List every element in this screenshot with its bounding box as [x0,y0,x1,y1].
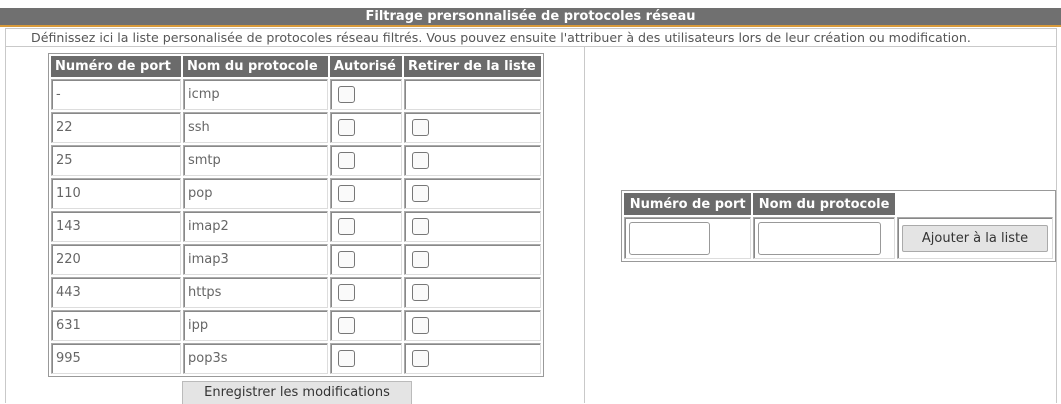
column-header-protocol: Nom du protocole [183,56,328,77]
remove-checkbox[interactable] [412,185,429,202]
authorized-checkbox[interactable] [338,251,355,268]
table-row: - icmp [51,79,541,110]
add-to-list-button[interactable]: Ajouter à la liste [902,224,1048,252]
remove-cell [404,211,541,242]
authorized-checkbox[interactable] [338,317,355,334]
protocol-name-cell: ipp [183,310,328,341]
remove-cell [404,178,541,209]
protocol-name-cell: imap3 [183,244,328,275]
add-header-spacer [896,193,1053,215]
authorized-checkbox[interactable] [338,218,355,235]
port-cell: 25 [51,145,181,176]
protocol-name-input[interactable] [758,221,882,255]
table-row: 25 smtp [51,145,541,176]
port-cell: 220 [51,244,181,275]
column-header-port: Numéro de port [51,56,181,77]
port-cell: 631 [51,310,181,341]
add-port-cell [624,217,752,259]
protocol-table: Numéro de port Nom du protocole Autorisé… [48,53,544,377]
table-row: 220 imap3 [51,244,541,275]
remove-cell [404,79,541,110]
add-protocol-panel: Numéro de port Nom du protocole Ajouter … [584,46,1057,403]
protocol-name-cell: icmp [183,79,328,110]
remove-checkbox[interactable] [412,350,429,367]
remove-cell [404,244,541,275]
remove-cell [404,145,541,176]
protocol-table-header: Numéro de port Nom du protocole Autorisé… [51,56,541,77]
port-number-input[interactable] [629,221,710,255]
authorized-checkbox[interactable] [338,350,355,367]
add-name-cell [753,217,895,259]
port-cell: 22 [51,112,181,143]
authorized-cell [330,211,402,242]
authorized-checkbox[interactable] [338,284,355,301]
protocol-name-cell: pop3s [183,343,328,374]
table-row: 143 imap2 [51,211,541,242]
remove-cell [404,343,541,374]
add-button-cell: Ajouter à la liste [896,217,1053,259]
remove-checkbox[interactable] [412,119,429,136]
authorized-checkbox[interactable] [338,152,355,169]
add-name-header: Nom du protocole [753,193,895,215]
add-port-header: Numéro de port [624,193,752,215]
remove-checkbox[interactable] [412,284,429,301]
authorized-cell [330,310,402,341]
remove-checkbox[interactable] [412,152,429,169]
protocol-name-cell: smtp [183,145,328,176]
remove-cell [404,112,541,143]
page-description: Définissez ici la liste personalisée de … [5,28,1057,46]
authorized-cell [330,343,402,374]
authorized-cell [330,178,402,209]
port-cell: - [51,79,181,110]
authorized-cell [330,112,402,143]
protocol-name-cell: imap2 [183,211,328,242]
port-cell: 110 [51,178,181,209]
remove-checkbox[interactable] [412,251,429,268]
authorized-cell [330,79,402,110]
protocol-list-panel: Numéro de port Nom du protocole Autorisé… [5,46,585,404]
authorized-cell [330,145,402,176]
table-row: 110 pop [51,178,541,209]
table-row: 631 ipp [51,310,541,341]
add-protocol-form: Numéro de port Nom du protocole Ajouter … [621,190,1056,262]
port-cell: 443 [51,277,181,308]
remove-checkbox[interactable] [412,317,429,334]
table-row: 22 ssh [51,112,541,143]
authorized-checkbox[interactable] [338,86,355,103]
remove-checkbox[interactable] [412,218,429,235]
authorized-cell [330,277,402,308]
table-row: 443 https [51,277,541,308]
remove-cell [404,310,541,341]
table-row: 995 pop3s [51,343,541,374]
protocol-name-cell: https [183,277,328,308]
column-header-authorized: Autorisé [330,56,402,77]
authorized-checkbox[interactable] [338,185,355,202]
protocol-name-cell: ssh [183,112,328,143]
authorized-cell [330,244,402,275]
page-title: Filtrage prersonnalisée de protocoles ré… [0,8,1061,27]
protocol-name-cell: pop [183,178,328,209]
authorized-checkbox[interactable] [338,119,355,136]
remove-cell [404,277,541,308]
port-cell: 995 [51,343,181,374]
port-cell: 143 [51,211,181,242]
column-header-remove: Retirer de la liste [404,56,541,77]
save-changes-button[interactable]: Enregistrer les modifications [182,381,412,404]
